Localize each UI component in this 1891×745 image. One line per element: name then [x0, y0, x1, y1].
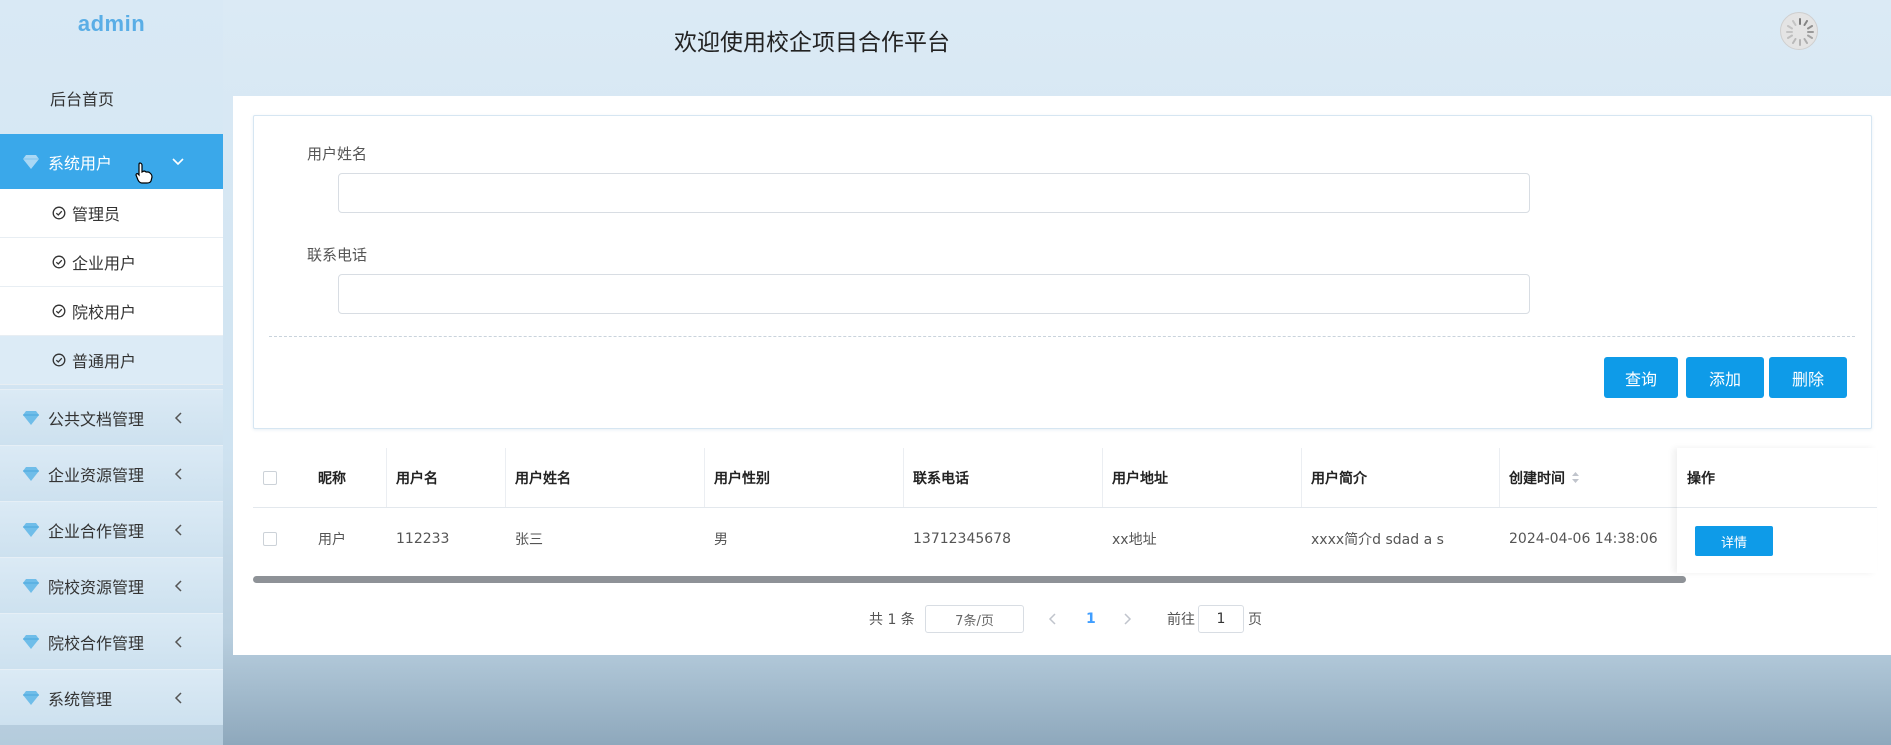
page-title: 欢迎使用校企项目合作平台 — [674, 30, 950, 56]
divider — [269, 336, 1855, 337]
diamond-icon — [22, 689, 40, 707]
sidebar-item-label: 企业合作管理 — [48, 521, 145, 541]
sort-icon[interactable] — [1571, 471, 1580, 484]
sidebar-subitem-college-user[interactable]: 院校用户 — [0, 287, 223, 336]
cell-username: 112233 — [396, 531, 450, 547]
check-circle-icon — [52, 255, 66, 269]
column-header-created-label: 创建时间 — [1509, 470, 1565, 487]
column-header-nickname[interactable]: 昵称 — [308, 448, 388, 507]
row-checkbox[interactable] — [263, 532, 277, 546]
next-page-button[interactable] — [1124, 605, 1132, 633]
sidebar-subitem-normal-user[interactable]: 普通用户 — [0, 336, 223, 385]
sidebar-subitem-label: 普通用户 — [72, 352, 137, 371]
app-logo: admin — [77, 11, 146, 36]
sidebar-item-college-cooperation[interactable]: 院校合作管理 — [0, 613, 223, 669]
sidebar-item-label: 公共文档管理 — [48, 409, 145, 429]
diamond-icon — [22, 409, 40, 427]
column-header-address[interactable]: 用户地址 — [1102, 448, 1302, 507]
hand-cursor-icon — [135, 162, 153, 188]
chevron-left-icon — [171, 691, 185, 705]
username-label: 用户姓名 — [307, 145, 368, 163]
cell-phone: 13712345678 — [913, 531, 1011, 547]
goto-page-input[interactable]: 1 — [1198, 605, 1244, 633]
column-header-phone[interactable]: 联系电话 — [903, 448, 1103, 507]
sidebar-subitem-label: 院校用户 — [72, 303, 137, 322]
check-circle-icon — [52, 304, 66, 318]
sidebar-item-college-resources[interactable]: 院校资源管理 — [0, 557, 223, 613]
check-circle-icon — [52, 206, 66, 220]
sidebar-subitem-enterprise-user[interactable]: 企业用户 — [0, 238, 223, 287]
column-header-realname[interactable]: 用户姓名 — [505, 448, 705, 507]
column-header-intro[interactable]: 用户简介 — [1301, 448, 1501, 507]
column-header-username[interactable]: 用户名 — [386, 448, 506, 507]
cell-address: xx地址 — [1112, 532, 1157, 548]
query-button[interactable]: 查询 — [1604, 357, 1678, 398]
loading-spinner-icon — [1786, 18, 1814, 46]
column-divider — [903, 448, 904, 507]
cell-nickname: 用户 — [318, 532, 346, 548]
sidebar-item-label: 院校合作管理 — [48, 633, 145, 653]
column-header-action: 操作 — [1687, 470, 1715, 487]
column-divider — [1499, 448, 1500, 507]
column-divider — [386, 448, 387, 507]
page-suffix-label: 页 — [1248, 612, 1262, 628]
phone-search-input[interactable] — [338, 274, 1530, 314]
sidebar-item-system-users[interactable]: 系统用户 — [0, 134, 223, 189]
sidebar-item-enterprise-cooperation[interactable]: 企业合作管理 — [0, 501, 223, 557]
chevron-left-icon — [171, 467, 185, 481]
horizontal-scrollbar[interactable] — [253, 576, 1686, 583]
sidebar-subitem-label: 管理员 — [72, 205, 121, 224]
cell-intro: xxxx简介d sdad a s — [1311, 532, 1444, 548]
sidebar-item-label: 系统管理 — [48, 689, 113, 709]
sidebar-item-enterprise-resources[interactable]: 企业资源管理 — [0, 445, 223, 501]
sidebar-subitem-admin[interactable]: 管理员 — [0, 189, 223, 238]
chevron-right-icon — [1124, 613, 1132, 625]
chevron-left-icon — [1048, 613, 1056, 625]
detail-button[interactable]: 详情 — [1695, 526, 1773, 556]
chevron-left-icon — [171, 635, 185, 649]
diamond-icon — [22, 577, 40, 595]
diamond-icon — [22, 521, 40, 539]
select-all-checkbox-cell — [253, 448, 308, 507]
sidebar-subitem-label: 企业用户 — [72, 254, 137, 273]
user-table: 昵称 用户名 用户姓名 用户性别 联系电话 用户地址 用户简介 创建时间 用户 … — [253, 448, 1877, 576]
username-search-input[interactable] — [338, 173, 1530, 213]
select-all-checkbox[interactable] — [263, 470, 277, 485]
diamond-icon — [22, 153, 40, 171]
column-divider — [505, 448, 506, 507]
column-divider — [704, 448, 705, 507]
chevron-left-icon — [171, 579, 185, 593]
add-button[interactable]: 添加 — [1686, 357, 1764, 398]
chevron-left-icon — [171, 523, 185, 537]
cell-created: 2024-04-06 14:38:06 — [1509, 531, 1658, 547]
chevron-down-icon — [171, 155, 185, 169]
sidebar-item-label: 院校资源管理 — [48, 577, 145, 597]
header-divider — [1677, 507, 1877, 508]
column-header-created[interactable]: 创建时间 — [1499, 448, 1679, 507]
delete-button[interactable]: 删除 — [1769, 357, 1847, 398]
avatar[interactable] — [1780, 12, 1818, 50]
sidebar-item-home[interactable]: 后台首页 — [0, 78, 223, 118]
page-number-current[interactable]: 1 — [1086, 605, 1096, 633]
cell-realname: 张三 — [515, 532, 543, 548]
column-header-gender[interactable]: 用户性别 — [704, 448, 904, 507]
sidebar-item-label: 企业资源管理 — [48, 465, 145, 485]
diamond-icon — [22, 465, 40, 483]
prev-page-button[interactable] — [1048, 605, 1056, 633]
row-checkbox-cell — [253, 507, 308, 571]
page-size-select[interactable]: 7条/页 — [925, 605, 1024, 633]
goto-label: 前往 — [1167, 612, 1195, 628]
column-divider — [1301, 448, 1302, 507]
cell-gender: 男 — [714, 532, 728, 548]
sidebar-item-public-docs[interactable]: 公共文档管理 — [0, 389, 223, 445]
sidebar: admin 后台首页 系统用户 管理员 企业用户 院校用户 普通用户 公共文档管… — [0, 0, 223, 745]
column-divider — [1102, 448, 1103, 507]
sidebar-item-system-management[interactable]: 系统管理 — [0, 669, 223, 725]
chevron-left-icon — [171, 411, 185, 425]
check-circle-icon — [52, 353, 66, 367]
sidebar-item-label: 后台首页 — [50, 90, 115, 109]
diamond-icon — [22, 633, 40, 651]
pagination-total: 共 1 条 — [869, 612, 915, 628]
phone-label: 联系电话 — [307, 246, 368, 264]
